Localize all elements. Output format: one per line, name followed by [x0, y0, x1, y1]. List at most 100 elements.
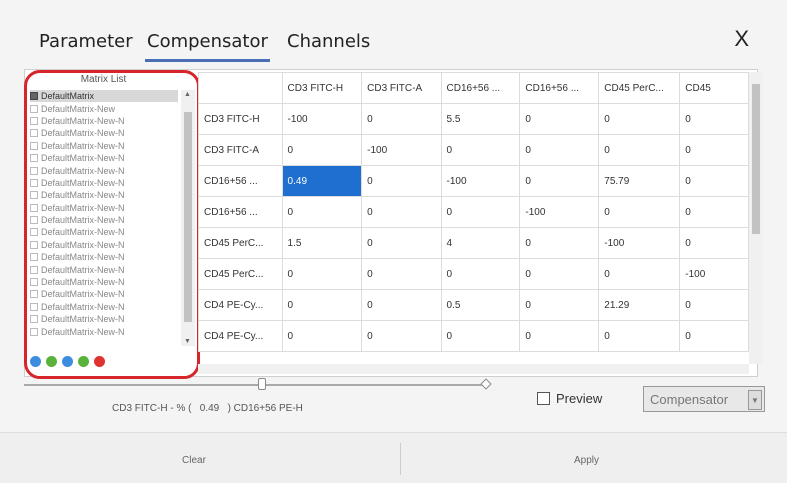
matrix-list-item[interactable]: DefaultMatrix	[30, 90, 178, 103]
grid-cell[interactable]: 0	[440, 320, 521, 352]
grid-scroll-thumb[interactable]	[752, 84, 760, 234]
grid-cell[interactable]: 0	[679, 320, 749, 352]
row-header: CD4 PE-Cy...	[198, 320, 283, 352]
matrix-list-item[interactable]: DefaultMatrix-New	[30, 102, 178, 114]
grid-cell[interactable]: -100	[440, 165, 521, 197]
grid-cell[interactable]: 75.79	[598, 165, 681, 197]
matrix-list-item[interactable]: DefaultMatrix-New-N	[30, 313, 178, 325]
matrix-list-item[interactable]: DefaultMatrix-New-N	[30, 177, 178, 189]
grid-cell[interactable]: 0	[598, 320, 681, 352]
grid-cell[interactable]: 0	[598, 258, 681, 290]
matrix-list-item[interactable]: DefaultMatrix-New-N	[30, 115, 178, 127]
tab-channels[interactable]: Channels	[287, 31, 370, 52]
grid-cell[interactable]: 0	[679, 227, 749, 259]
matrix-list-item[interactable]: DefaultMatrix-New-N	[30, 251, 178, 263]
delete-icon[interactable]	[94, 356, 105, 367]
grid-cell[interactable]: 0	[361, 258, 442, 290]
grid-cell[interactable]: 1.5	[281, 227, 363, 259]
grid-cell[interactable]: -100	[361, 134, 442, 166]
grid-cell[interactable]: 0.5	[440, 289, 521, 321]
grid-cell[interactable]: 0	[281, 320, 363, 352]
slider-track	[24, 384, 490, 386]
slider-thumb[interactable]	[258, 378, 266, 390]
column-header[interactable]: CD45 PerC...	[598, 72, 681, 104]
scroll-up-icon[interactable]: ▲	[184, 91, 191, 98]
copy-icon[interactable]	[46, 356, 57, 367]
grid-horizontal-scrollbar[interactable]	[198, 364, 749, 374]
grid-cell[interactable]: 0	[440, 196, 521, 228]
grid-cell[interactable]: 0	[598, 103, 681, 135]
close-button[interactable]: X	[734, 26, 749, 52]
scroll-thumb[interactable]	[184, 112, 192, 322]
compensator-select[interactable]: Compensator ▼	[643, 386, 765, 412]
grid-cell[interactable]: 0	[281, 289, 363, 321]
clear-button[interactable]: Clear	[182, 455, 206, 466]
grid-cell[interactable]: 4	[440, 227, 521, 259]
matrix-list-item[interactable]: DefaultMatrix-New-N	[30, 301, 178, 313]
grid-cell[interactable]: 0	[281, 196, 363, 228]
grid-cell[interactable]: 0	[679, 134, 749, 166]
grid-cell[interactable]: 0	[361, 103, 442, 135]
apply-button[interactable]: Apply	[574, 455, 599, 466]
grid-cell[interactable]: 0	[679, 103, 749, 135]
grid-cell[interactable]: 0	[519, 227, 600, 259]
tab-compensator[interactable]: Compensator	[145, 31, 270, 62]
grid-cell[interactable]: 0	[440, 134, 521, 166]
grid-cell[interactable]: 0	[519, 320, 600, 352]
matrix-list-item[interactable]: DefaultMatrix-New-N	[30, 276, 178, 288]
grid-cell[interactable]: -100	[519, 196, 600, 228]
grid-cell[interactable]: 0.49	[281, 165, 363, 197]
preview-checkbox-box[interactable]	[537, 392, 550, 405]
grid-cell[interactable]: -100	[598, 227, 681, 259]
import-icon[interactable]	[78, 356, 89, 367]
matrix-list-item[interactable]: DefaultMatrix-New-N	[30, 239, 178, 251]
grid-cell[interactable]: 0	[361, 289, 442, 321]
matrix-list-item[interactable]: DefaultMatrix-New-N	[30, 325, 178, 337]
grid-cell[interactable]: 0	[598, 134, 681, 166]
grid-cell[interactable]: 0	[361, 165, 442, 197]
grid-cell[interactable]: 0	[519, 165, 600, 197]
column-header[interactable]: CD16+56 ...	[440, 72, 521, 104]
tab-parameter[interactable]: Parameter	[39, 31, 133, 52]
scroll-down-icon[interactable]: ▼	[184, 338, 191, 345]
matrix-list-item[interactable]: DefaultMatrix-New-N	[30, 214, 178, 226]
dropdown-arrow-icon[interactable]: ▼	[748, 390, 762, 410]
matrix-list-item[interactable]: DefaultMatrix-New-N	[30, 164, 178, 176]
grid-cell[interactable]: 5.5	[440, 103, 521, 135]
grid-cell[interactable]: 0	[519, 289, 600, 321]
matrix-list-item[interactable]: DefaultMatrix-New-N	[30, 288, 178, 300]
grid-cell[interactable]: 0	[281, 134, 363, 166]
column-header[interactable]: CD3 FITC-A	[361, 72, 442, 104]
grid-cell[interactable]: 0	[519, 258, 600, 290]
column-header[interactable]: CD45	[679, 72, 749, 104]
grid-cell[interactable]: 0	[519, 103, 600, 135]
matrix-list-item[interactable]: DefaultMatrix-New-N	[30, 263, 178, 275]
grid-cell[interactable]: 0	[361, 227, 442, 259]
matrix-list-scrollbar[interactable]: ▲ ▼	[181, 90, 195, 346]
save-icon[interactable]	[62, 356, 73, 367]
value-slider[interactable]	[24, 378, 492, 392]
grid-cell[interactable]: -100	[281, 103, 363, 135]
grid-cell[interactable]: 0	[679, 165, 749, 197]
matrix-list-item[interactable]: DefaultMatrix-New-N	[30, 127, 178, 139]
grid-cell[interactable]: 0	[598, 196, 681, 228]
matrix-list-item[interactable]: DefaultMatrix-New-N	[30, 140, 178, 152]
matrix-list-item[interactable]: DefaultMatrix-New-N	[30, 226, 178, 238]
column-header[interactable]: CD3 FITC-H	[281, 72, 363, 104]
grid-cell[interactable]: 0	[679, 289, 749, 321]
matrix-list-item[interactable]: DefaultMatrix-New-N	[30, 202, 178, 214]
column-header[interactable]: CD16+56 ...	[519, 72, 600, 104]
matrix-list-item[interactable]: DefaultMatrix-New-N	[30, 189, 178, 201]
grid-cell[interactable]: 0	[440, 258, 521, 290]
grid-cell[interactable]: 0	[519, 134, 600, 166]
grid-vertical-scrollbar[interactable]	[749, 72, 763, 364]
grid-cell[interactable]: 0	[361, 320, 442, 352]
grid-cell[interactable]: -100	[679, 258, 749, 290]
grid-cell[interactable]: 0	[361, 196, 442, 228]
preview-checkbox[interactable]: Preview	[537, 391, 602, 406]
matrix-list-item[interactable]: DefaultMatrix-New-N	[30, 152, 178, 164]
grid-cell[interactable]: 0	[281, 258, 363, 290]
grid-cell[interactable]: 21.29	[598, 289, 681, 321]
add-icon[interactable]	[30, 356, 41, 367]
grid-cell[interactable]: 0	[679, 196, 749, 228]
